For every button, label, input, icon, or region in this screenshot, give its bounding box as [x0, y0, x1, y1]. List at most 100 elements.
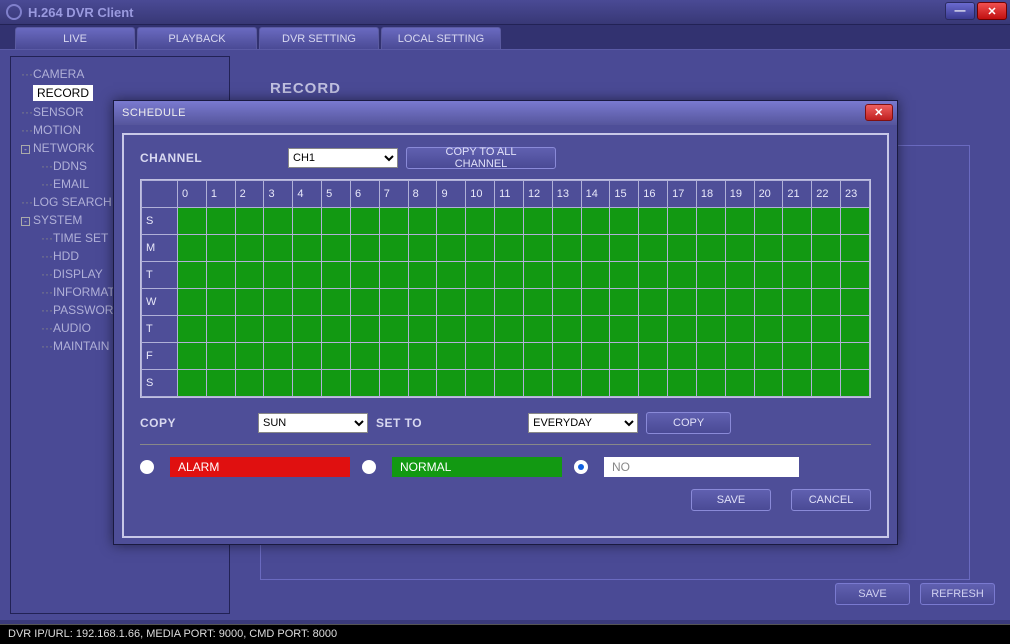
tree-collapse-icon[interactable]: -	[21, 217, 30, 226]
schedule-cell[interactable]	[812, 235, 841, 262]
schedule-cell[interactable]	[639, 343, 668, 370]
schedule-cell[interactable]	[783, 235, 812, 262]
schedule-cell[interactable]	[754, 316, 783, 343]
schedule-cell[interactable]	[523, 343, 552, 370]
schedule-cell[interactable]	[581, 208, 610, 235]
schedule-cell[interactable]	[437, 262, 466, 289]
schedule-cell[interactable]	[783, 370, 812, 397]
schedule-cell[interactable]	[610, 208, 639, 235]
schedule-cell[interactable]	[466, 235, 495, 262]
schedule-cell[interactable]	[523, 208, 552, 235]
schedule-cell[interactable]	[264, 343, 293, 370]
schedule-cell[interactable]	[668, 208, 697, 235]
schedule-cell[interactable]	[264, 289, 293, 316]
set-to-select[interactable]: EVERYDAY	[528, 413, 638, 433]
schedule-cell[interactable]	[552, 343, 581, 370]
schedule-cell[interactable]	[408, 262, 437, 289]
schedule-cell[interactable]	[379, 208, 408, 235]
schedule-cell[interactable]	[206, 289, 235, 316]
schedule-cell[interactable]	[379, 316, 408, 343]
close-button[interactable]: ✕	[977, 2, 1007, 20]
schedule-cell[interactable]	[350, 316, 379, 343]
schedule-cell[interactable]	[841, 208, 870, 235]
minimize-button[interactable]: —	[945, 2, 975, 20]
schedule-cell[interactable]	[725, 208, 754, 235]
normal-radio[interactable]	[362, 460, 376, 474]
schedule-cell[interactable]	[552, 208, 581, 235]
schedule-cell[interactable]	[696, 262, 725, 289]
schedule-cell[interactable]	[725, 316, 754, 343]
schedule-cell[interactable]	[466, 316, 495, 343]
schedule-cell[interactable]	[841, 343, 870, 370]
schedule-cell[interactable]	[379, 289, 408, 316]
schedule-cell[interactable]	[696, 235, 725, 262]
schedule-cell[interactable]	[668, 370, 697, 397]
schedule-cell[interactable]	[495, 316, 524, 343]
schedule-cell[interactable]	[178, 343, 207, 370]
schedule-cell[interactable]	[322, 289, 351, 316]
schedule-cell[interactable]	[350, 289, 379, 316]
schedule-cell[interactable]	[668, 289, 697, 316]
schedule-cell[interactable]	[783, 343, 812, 370]
schedule-cell[interactable]	[812, 316, 841, 343]
schedule-cell[interactable]	[523, 262, 552, 289]
schedule-cell[interactable]	[668, 316, 697, 343]
schedule-cell[interactable]	[264, 208, 293, 235]
schedule-cell[interactable]	[466, 262, 495, 289]
schedule-cell[interactable]	[754, 289, 783, 316]
schedule-cell[interactable]	[783, 289, 812, 316]
schedule-cell[interactable]	[754, 235, 783, 262]
schedule-cell[interactable]	[264, 370, 293, 397]
schedule-cell[interactable]	[696, 343, 725, 370]
dialog-close-button[interactable]: ✕	[865, 104, 893, 121]
schedule-cell[interactable]	[322, 208, 351, 235]
schedule-cell[interactable]	[696, 208, 725, 235]
schedule-cell[interactable]	[206, 370, 235, 397]
schedule-cell[interactable]	[581, 289, 610, 316]
schedule-cell[interactable]	[668, 235, 697, 262]
schedule-cell[interactable]	[841, 235, 870, 262]
schedule-cell[interactable]	[408, 289, 437, 316]
schedule-cell[interactable]	[408, 316, 437, 343]
channel-select[interactable]: CH1	[288, 148, 398, 168]
copy-from-select[interactable]: SUN	[258, 413, 368, 433]
schedule-cell[interactable]	[696, 289, 725, 316]
schedule-cell[interactable]	[235, 208, 264, 235]
schedule-cell[interactable]	[206, 343, 235, 370]
schedule-cell[interactable]	[754, 343, 783, 370]
schedule-cell[interactable]	[783, 208, 812, 235]
tree-collapse-icon[interactable]: -	[21, 145, 30, 154]
schedule-cell[interactable]	[437, 343, 466, 370]
schedule-cell[interactable]	[668, 343, 697, 370]
schedule-cell[interactable]	[178, 262, 207, 289]
schedule-cell[interactable]	[639, 208, 668, 235]
schedule-cell[interactable]	[725, 289, 754, 316]
schedule-cell[interactable]	[523, 316, 552, 343]
schedule-cell[interactable]	[466, 370, 495, 397]
schedule-cell[interactable]	[408, 235, 437, 262]
schedule-cell[interactable]	[293, 343, 322, 370]
schedule-cell[interactable]	[322, 235, 351, 262]
schedule-cell[interactable]	[293, 208, 322, 235]
schedule-cell[interactable]	[408, 208, 437, 235]
schedule-cell[interactable]	[552, 235, 581, 262]
schedule-cell[interactable]	[841, 316, 870, 343]
schedule-cell[interactable]	[495, 235, 524, 262]
schedule-cell[interactable]	[696, 316, 725, 343]
schedule-cell[interactable]	[293, 262, 322, 289]
schedule-cell[interactable]	[639, 316, 668, 343]
tab-playback[interactable]: PLAYBACK	[137, 27, 257, 49]
schedule-cell[interactable]	[552, 316, 581, 343]
schedule-cell[interactable]	[725, 262, 754, 289]
schedule-cell[interactable]	[322, 316, 351, 343]
schedule-cell[interactable]	[206, 316, 235, 343]
schedule-cell[interactable]	[552, 262, 581, 289]
copy-button[interactable]: COPY	[646, 412, 731, 434]
schedule-cell[interactable]	[668, 262, 697, 289]
schedule-cell[interactable]	[696, 370, 725, 397]
schedule-cell[interactable]	[610, 289, 639, 316]
schedule-cell[interactable]	[206, 235, 235, 262]
schedule-cell[interactable]	[379, 235, 408, 262]
schedule-cell[interactable]	[812, 208, 841, 235]
schedule-cell[interactable]	[408, 370, 437, 397]
